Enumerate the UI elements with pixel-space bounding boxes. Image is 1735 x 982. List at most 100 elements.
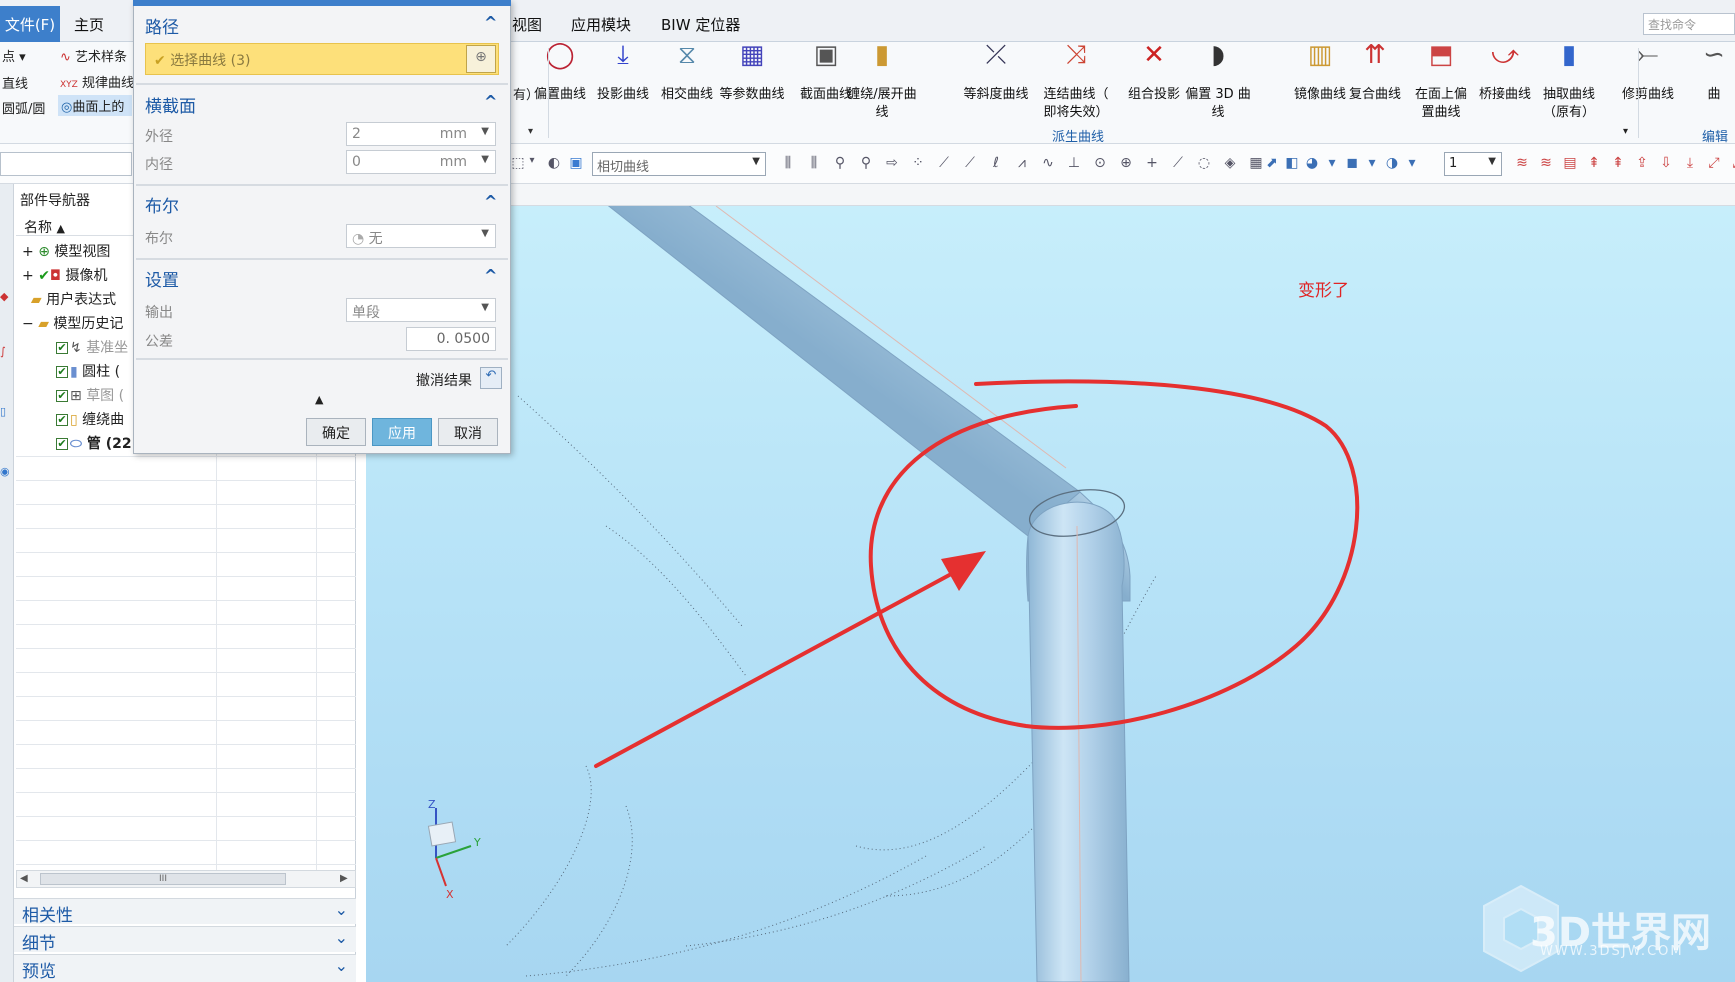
selection-tool-icon[interactable]: ⤢ <box>1706 155 1722 173</box>
ribbon-button[interactable]: ⤫ 等斜度曲线 <box>958 42 1034 104</box>
snap-icon[interactable]: ◌ <box>1196 155 1212 173</box>
ribbon-button[interactable]: ▦ 等参数曲线 <box>714 42 790 104</box>
snap-icon[interactable]: ⫼ <box>780 155 796 173</box>
tree-row-camera[interactable]: + ✔◘ 摄像机 <box>22 265 107 287</box>
collapse-icon[interactable]: ^ <box>484 192 497 211</box>
menu-home[interactable]: 主页 <box>74 14 104 35</box>
tree-row-history[interactable]: − ▰ 模型历史记 <box>22 313 123 335</box>
menu-biw[interactable]: BIW 定位器 <box>661 14 740 35</box>
menu-app[interactable]: 应用模块 <box>571 14 631 35</box>
type-filter-input[interactable] <box>0 152 132 176</box>
selection-tool-icon[interactable]: ≋ <box>1514 155 1530 173</box>
outer-diameter-field[interactable]: 2 mm ▼ <box>346 122 496 146</box>
checkbox[interactable]: ✔ <box>56 414 68 426</box>
scroll-thumb[interactable]: III <box>40 873 286 885</box>
selection-tool-icon[interactable]: ⇪ <box>1634 155 1650 173</box>
ribbon-group-more-icon[interactable]: ▾ <box>1623 126 1628 137</box>
snap-icon[interactable]: + <box>1144 155 1160 173</box>
snap-icon[interactable]: ∿ <box>1040 155 1056 173</box>
curve-rule-select[interactable]: 相切曲线 ▼ <box>592 152 766 176</box>
ok-button[interactable]: 确定 <box>306 418 366 446</box>
view-tool-icon[interactable]: ▾ <box>1404 155 1420 173</box>
point-button[interactable]: 点 ▾ <box>2 46 26 65</box>
tree-row-datum[interactable]: ✔ ↯ 基准坐 <box>56 337 128 359</box>
checkbox[interactable]: ✔ <box>56 390 68 402</box>
view-tool-icon[interactable]: ▾ <box>1364 155 1380 173</box>
snap-icon[interactable]: ⊙ <box>1092 155 1108 173</box>
selection-tool-icon[interactable]: ≋ <box>1538 155 1554 173</box>
selection-tool-icon[interactable]: ⤓ <box>1682 155 1698 173</box>
inner-diameter-field[interactable]: 0 mm ▼ <box>346 150 496 174</box>
snap-icon[interactable]: ◈ <box>1222 155 1238 173</box>
collapse-icon[interactable]: − <box>22 316 34 332</box>
snap-icon[interactable]: ⊕ <box>1118 155 1134 173</box>
curve-on-surface-button[interactable]: ◎曲面上的 <box>58 95 132 116</box>
chevron-down-icon[interactable]: ▼ <box>481 126 489 137</box>
output-select[interactable]: 单段 ▼ <box>346 298 496 322</box>
snap-icon[interactable]: ⚲ <box>858 155 874 173</box>
tree-row-wrap[interactable]: ✔ ▯ 缠绕曲 <box>56 409 124 431</box>
checkbox[interactable]: ✔ <box>56 366 68 378</box>
snap-icon[interactable]: ⁘ <box>910 155 926 173</box>
settings-section-title[interactable]: 设置 <box>145 266 179 291</box>
chevron-down-icon[interactable]: ▼ <box>481 154 489 165</box>
selection-tool-icon[interactable]: ⇞ <box>1586 155 1602 173</box>
curve-select-icon[interactable]: ⊕ <box>466 45 496 73</box>
graphics-viewport[interactable]: Z Y X <box>366 206 1735 982</box>
snap-icon[interactable]: ⫼ <box>806 155 822 173</box>
expand-icon[interactable]: + <box>22 244 34 260</box>
ribbon-button[interactable]: ◗ 偏置 3D 曲线 <box>1180 42 1256 122</box>
search-input[interactable]: 查找命令 <box>1643 13 1735 35</box>
resource-tab-icon[interactable]: ∫ <box>0 345 12 359</box>
ribbon-button[interactable]: ▮ 缠绕/展开曲线 <box>844 42 920 122</box>
view-tool-icon[interactable]: ◧ <box>1284 155 1300 173</box>
arc-button[interactable]: 圆弧/圆 <box>2 98 45 117</box>
tree-row-tube[interactable]: ✔ ⬭ 管 (22 <box>56 433 132 455</box>
collapse-icon[interactable]: ^ <box>484 92 497 111</box>
path-section-title[interactable]: 路径 <box>145 13 179 38</box>
ribbon-button[interactable]: ⤨ 连结曲线（ 即将失效） <box>1038 42 1114 122</box>
resource-tab-icon[interactable]: ▯ <box>0 405 12 421</box>
snap-icon[interactable]: ⟋ <box>962 155 978 173</box>
cross-section-title[interactable]: 横截面 <box>145 92 196 117</box>
tree-row-model-view[interactable]: + ⊕ 模型视图 <box>22 241 110 263</box>
snap-icon[interactable]: ⟋ <box>936 155 952 173</box>
view-tool-icon[interactable]: ⬈ <box>1264 155 1280 173</box>
boolean-section-title[interactable]: 布尔 <box>145 192 179 217</box>
accordion-details[interactable]: 细节 ⌄ <box>14 926 356 954</box>
ribbon-button[interactable]: ▮ 抽取曲线 （原有） <box>1531 42 1607 122</box>
snap-icon[interactable]: ⇨ <box>884 155 900 173</box>
view-tool-icon[interactable]: ◑ <box>1384 155 1400 173</box>
checkbox[interactable]: ✔ <box>56 438 68 450</box>
selection-tool-icon[interactable]: ⇩ <box>1658 155 1674 173</box>
file-menu[interactable]: 文件(F) <box>0 6 60 42</box>
select-curve-row[interactable]: ✔ 选择曲线 (3) <box>145 43 499 75</box>
resource-tab-icon[interactable]: ◆ <box>0 290 12 304</box>
menu-view[interactable]: 视图 <box>512 14 542 35</box>
tree-row-cylinder[interactable]: ✔ ▮ 圆柱 ( <box>56 361 120 383</box>
scroll-right-icon[interactable]: ▶ <box>340 873 348 884</box>
art-spline-button[interactable]: ∿ 艺术样条 <box>60 46 127 65</box>
snap-icon[interactable]: ℓ <box>988 155 1004 173</box>
collapse-icon[interactable]: ^ <box>484 266 497 285</box>
cube-icon[interactable]: ▣ <box>568 155 584 173</box>
snap-icon[interactable]: ▦ <box>1248 155 1264 173</box>
accordion-preview[interactable]: 预览 ⌄ <box>14 954 356 982</box>
ribbon-button[interactable]: ⤚ 修剪曲线 <box>1610 42 1686 104</box>
snap-icon[interactable]: ⊥ <box>1066 155 1082 173</box>
apply-button[interactable]: 应用 <box>372 418 432 446</box>
selection-tool-icon[interactable]: ⇞ <box>1610 155 1626 173</box>
line-button[interactable]: 直线 <box>2 73 28 92</box>
view-tool-icon[interactable]: ▾ <box>1324 155 1340 173</box>
undo-icon[interactable]: ↶ <box>480 367 502 389</box>
view-tool-icon[interactable]: ◼ <box>1344 155 1360 173</box>
ribbon-more-icon[interactable]: ▾ <box>528 126 533 137</box>
selection-tool-icon[interactable]: ⤢ <box>1730 155 1735 173</box>
ribbon-button[interactable]: ∽ 曲 <box>1676 42 1735 104</box>
checkbox[interactable]: ✔ <box>56 342 68 354</box>
shape-icon[interactable]: ◐ <box>546 155 562 173</box>
snap-icon[interactable]: ⩘ <box>1014 155 1030 173</box>
selection-tool-icon[interactable]: ▤ <box>1562 155 1578 173</box>
number-select[interactable]: 1 ▼ <box>1444 152 1502 176</box>
collapse-up-icon[interactable]: ▲ <box>315 393 323 406</box>
